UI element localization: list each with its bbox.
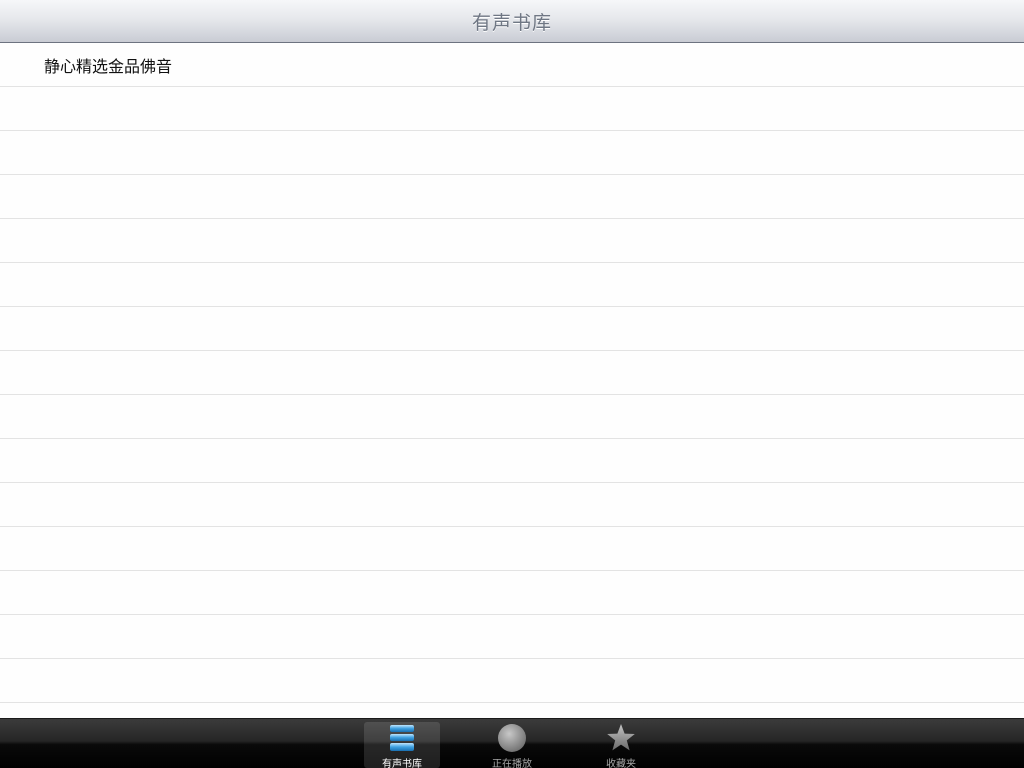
app-window: 有声书库 静心精选金品佛音 有声书库 正在播放 收藏夹 [0, 0, 1024, 768]
library-stack-icon [387, 723, 417, 753]
empty-row [0, 395, 1024, 439]
tab-library-label: 有声书库 [382, 759, 422, 768]
tab-library[interactable]: 有声书库 [364, 722, 440, 768]
empty-row [0, 131, 1024, 175]
tab-now-playing-label: 正在播放 [492, 759, 532, 768]
list-item-label: 静心精选金品佛音 [44, 56, 173, 76]
empty-row [0, 483, 1024, 527]
tab-favorites-label: 收藏夹 [606, 759, 636, 768]
empty-row [0, 703, 1024, 718]
list-item[interactable]: 静心精选金品佛音 [0, 43, 1024, 87]
page-title: 有声书库 [471, 11, 552, 34]
navigation-bar: 有声书库 [0, 0, 1024, 43]
empty-row [0, 615, 1024, 659]
now-playing-disc-icon [497, 723, 527, 753]
tab-now-playing[interactable]: 正在播放 [474, 722, 550, 768]
empty-row [0, 571, 1024, 615]
tab-favorites[interactable]: 收藏夹 [583, 722, 659, 768]
empty-row [0, 439, 1024, 483]
empty-row [0, 527, 1024, 571]
empty-row [0, 263, 1024, 307]
empty-row [0, 659, 1024, 703]
empty-row [0, 307, 1024, 351]
empty-row [0, 351, 1024, 395]
empty-row [0, 175, 1024, 219]
empty-row [0, 87, 1024, 131]
audiobook-list[interactable]: 静心精选金品佛音 [0, 43, 1024, 718]
empty-row [0, 219, 1024, 263]
star-icon [606, 723, 636, 753]
tab-bar: 有声书库 正在播放 收藏夹 [0, 718, 1024, 768]
